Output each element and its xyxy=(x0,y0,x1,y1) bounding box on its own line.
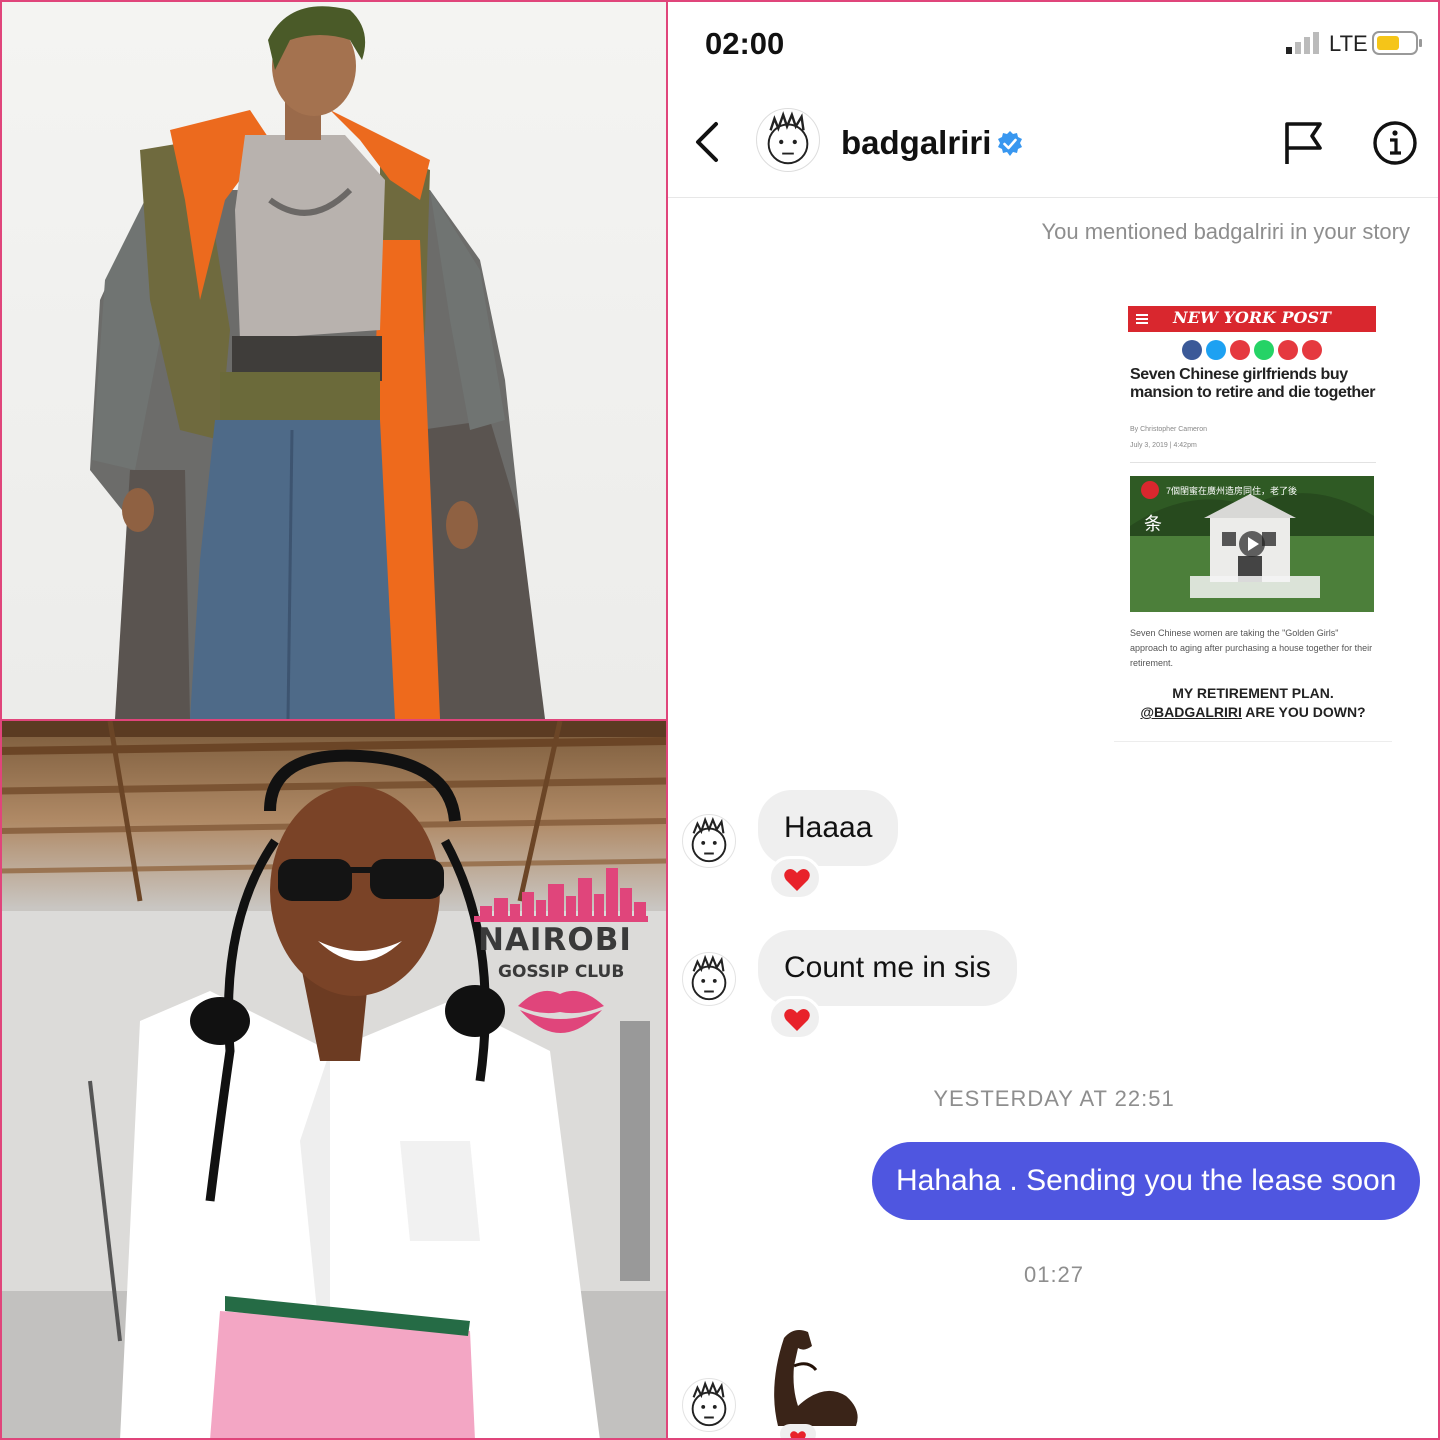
story-comment-mention[interactable]: @BADGALRIRI xyxy=(1140,704,1242,720)
watermark-title: NAIROBI xyxy=(478,922,632,958)
whatsapp-icon xyxy=(1254,340,1274,360)
article-headline: Seven Chinese girlfriends buy mansion to… xyxy=(1130,366,1376,401)
message-bubble[interactable]: Haaaa xyxy=(758,790,899,866)
divider-vertical xyxy=(666,0,668,1440)
email-icon xyxy=(1278,340,1298,360)
photo-woman-sunglasses xyxy=(0,721,666,1440)
heart-icon xyxy=(784,1009,810,1031)
article-divider xyxy=(1130,462,1376,463)
woman-illustration xyxy=(0,721,666,1440)
outgoing-message-bubble[interactable]: Hahaha . Sending you the lease soon xyxy=(872,1142,1421,1220)
video-title: 7個閨蜜在廣州造房同住，老了後 xyxy=(1166,486,1298,496)
publication-name: NEW YORK POST xyxy=(1173,308,1331,327)
reaction-pill[interactable] xyxy=(768,996,822,1040)
article-video: 7個閨蜜在廣州造房同住，老了後 条 xyxy=(1130,476,1374,612)
reaction-pill-partial[interactable] xyxy=(780,1424,816,1440)
network-label: LTE xyxy=(1329,31,1368,56)
story-mention-note: You mentioned badgalriri in your story xyxy=(1041,219,1410,244)
share-icons xyxy=(1182,340,1322,360)
publication-bar: NEW YORK POST xyxy=(1128,306,1376,332)
flag-icon[interactable] xyxy=(1282,120,1324,166)
avatar-badgalriri[interactable] xyxy=(682,814,736,868)
heart-icon xyxy=(784,869,810,891)
article-date: July 3, 2019 | 4:42pm xyxy=(1130,442,1197,449)
flipboard-icon xyxy=(1230,340,1250,360)
story-comment: MY RETIREMENT PLAN. @BADGALRIRI ARE YOU … xyxy=(1114,684,1392,722)
message-bubble[interactable]: Count me in sis xyxy=(758,930,1017,1006)
chat-username[interactable]: badgalriri xyxy=(841,124,991,162)
photo-rihanna xyxy=(0,0,666,719)
status-time: 02:00 xyxy=(705,26,785,61)
story-preview[interactable]: NEW YORK POST Seven Chinese girlfriends … xyxy=(1114,296,1392,742)
avatar-badgalriri[interactable] xyxy=(682,1378,736,1432)
back-icon[interactable] xyxy=(688,120,728,164)
heart-icon xyxy=(790,1431,806,1440)
info-icon[interactable] xyxy=(1372,120,1418,166)
avatar-badgalriri[interactable] xyxy=(756,108,820,172)
reaction-pill[interactable] xyxy=(768,856,822,900)
battery-icon xyxy=(1372,31,1422,55)
chat-header: badgalriri xyxy=(668,98,1440,198)
divider-horizontal xyxy=(0,719,666,721)
article-byline: By Christopher Cameron xyxy=(1130,426,1208,433)
signal-strength-icon xyxy=(1286,32,1319,54)
facebook-icon xyxy=(1182,340,1202,360)
story-comment-line2: ARE YOU DOWN? xyxy=(1241,704,1366,720)
article-caption: Seven Chinese women are taking the "Gold… xyxy=(1130,628,1373,668)
twitter-icon xyxy=(1206,340,1226,360)
video-overlay-text: 条 xyxy=(1144,514,1162,534)
avatar-badgalriri[interactable] xyxy=(682,952,736,1006)
story-comment-line1: MY RETIREMENT PLAN. xyxy=(1172,685,1334,701)
nairobi-gossip-club-logo xyxy=(474,868,648,1033)
flexed-biceps-icon[interactable] xyxy=(764,1326,864,1430)
link-icon xyxy=(1302,340,1322,360)
timestamp-divider: 01:27 xyxy=(1023,1262,1085,1287)
timestamp-divider: YESTERDAY AT 22:51 xyxy=(933,1086,1175,1111)
rihanna-illustration xyxy=(90,6,545,719)
watermark-subtitle: GOSSIP CLUB xyxy=(498,962,625,982)
dm-screenshot: 02:00 LTE badgalriri You mentioned badga… xyxy=(668,0,1440,1440)
verified-badge-icon xyxy=(998,131,1022,156)
